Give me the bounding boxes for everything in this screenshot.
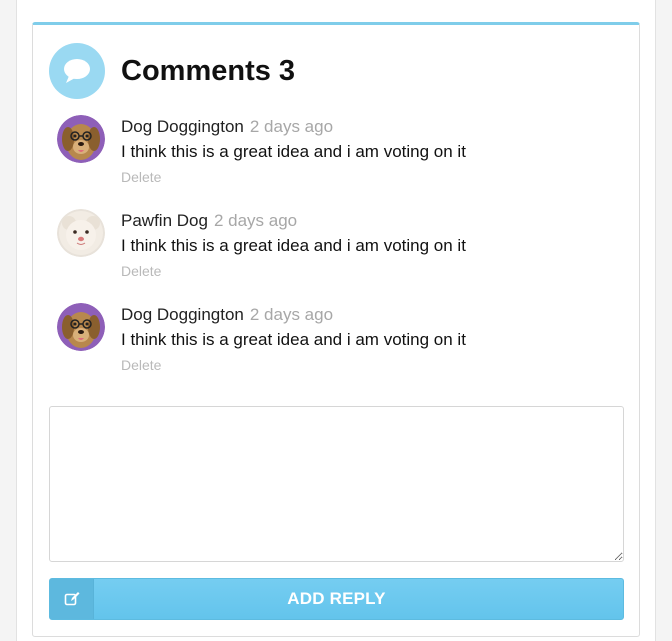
comment-header: Dog Doggington 2 days ago: [121, 115, 466, 139]
comment-time: 2 days ago: [249, 305, 334, 324]
speech-bubble-icon: [49, 43, 105, 99]
delete-link[interactable]: Delete: [121, 169, 466, 185]
avatar[interactable]: [57, 115, 105, 163]
comment-time: 2 days ago: [213, 211, 298, 230]
delete-link[interactable]: Delete: [121, 263, 466, 279]
comment-text: I think this is a great idea and i am vo…: [121, 236, 466, 255]
comment-text: I think this is a great idea and i am vo…: [121, 142, 466, 161]
comment-item: Dog Doggington 2 days ago I think this is…: [57, 115, 617, 199]
comment-item: Dog Doggington 2 days ago I think this is…: [57, 303, 617, 387]
comment-body: Pawfin Dog 2 days ago I think this is a g…: [121, 209, 466, 279]
avatar[interactable]: [57, 209, 105, 257]
comments-title: Comments 3: [121, 54, 296, 87]
comment-author[interactable]: Pawfin Dog: [121, 211, 208, 230]
comment-item: Pawfin Dog 2 days ago I think this is a g…: [57, 209, 617, 293]
comment-body: Dog Doggington 2 days ago I think this is…: [121, 115, 466, 185]
comment-header: Pawfin Dog 2 days ago: [121, 209, 466, 233]
edit-icon: [50, 579, 94, 619]
add-reply-button[interactable]: ADD REPLY: [49, 578, 624, 620]
comments-card: Comments 3 Dog Doggington 2 days ago I t…: [32, 22, 640, 637]
reply-textarea[interactable]: [49, 406, 624, 562]
comment-body: Dog Doggington 2 days ago I think this is…: [121, 303, 466, 373]
comment-author[interactable]: Dog Doggington: [121, 117, 244, 136]
comment-header: Dog Doggington 2 days ago: [121, 303, 466, 327]
add-reply-label: ADD REPLY: [287, 589, 386, 608]
avatar[interactable]: [57, 303, 105, 351]
comment-time: 2 days ago: [249, 117, 334, 136]
comments-header: Comments 3: [49, 43, 295, 99]
comment-author[interactable]: Dog Doggington: [121, 305, 244, 324]
comment-text: I think this is a great idea and i am vo…: [121, 330, 466, 349]
delete-link[interactable]: Delete: [121, 357, 466, 373]
